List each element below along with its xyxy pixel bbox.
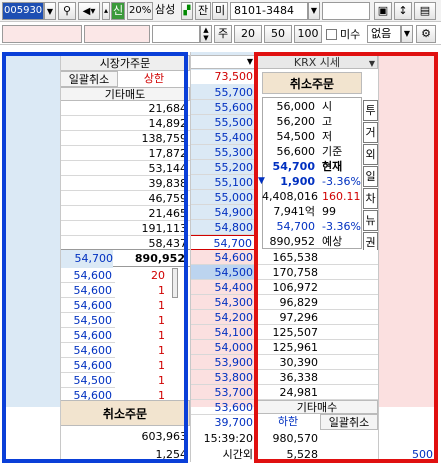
margin-rate: 20% (127, 2, 153, 20)
spin-icon: ▲ ▼ (203, 26, 209, 42)
price-dropdown[interactable]: ▼ (190, 55, 256, 69)
settings-button[interactable]: ⚙ (416, 25, 436, 43)
condition-dropdown-button[interactable]: ▼ (401, 25, 413, 43)
balance-button[interactable]: 잔 (195, 2, 211, 20)
right-highlight-frame (254, 52, 438, 463)
save-button[interactable]: ▣ (374, 2, 392, 20)
spin-button[interactable]: ▲ ▼ (200, 25, 212, 43)
sell-price-cell[interactable]: 54,700 (190, 235, 256, 250)
up-arrow-icon: ▴ (103, 6, 108, 15)
buy-price-cell[interactable]: 54,200 (190, 310, 256, 325)
unfilled-button[interactable]: 미 (212, 2, 228, 20)
after-hours-label: 시간외 (222, 448, 253, 461)
buy-price-cell[interactable]: 54,400 (190, 280, 256, 295)
buy-price-cell[interactable]: 53,600 (190, 400, 256, 415)
buy-price-cell[interactable]: 53,800 (190, 370, 256, 385)
expand-button[interactable]: ↕ (394, 2, 412, 20)
stock-name: 삼성 (155, 3, 176, 16)
buy-price-cell[interactable]: 53,900 (190, 355, 256, 370)
qty-100-button[interactable]: 100 (294, 25, 322, 43)
window-button[interactable]: ▤ (414, 2, 436, 20)
chevron-down-icon: ▼ (310, 6, 318, 15)
search-icon: ⚲ (62, 4, 72, 17)
qty-50-button[interactable]: 50 (264, 25, 292, 43)
sell-price-cell[interactable]: 54,800 (190, 220, 256, 235)
password-field[interactable] (322, 2, 370, 20)
chart-button[interactable]: ▞ (181, 2, 193, 20)
price-input[interactable] (2, 25, 82, 43)
sell-price-cell[interactable]: 54,900 (190, 205, 256, 220)
margin-checkbox-label: 미수 (340, 28, 361, 41)
account-select[interactable]: 8101-3484 (230, 2, 308, 20)
amount-input[interactable] (152, 25, 200, 43)
qty-20-button[interactable]: 20 (234, 25, 262, 43)
arrow-up-button[interactable]: ▴ (102, 2, 110, 20)
up-down-arrow-icon: ↕ (398, 4, 408, 17)
chevron-down-icon: ▼ (403, 29, 411, 38)
buy-price-cell[interactable]: 54,500 (190, 265, 256, 280)
sell-price-cell[interactable]: 55,500 (190, 115, 256, 130)
left-highlight-frame (2, 52, 188, 463)
condition-select[interactable]: 없음 (367, 25, 401, 43)
buy-price-cell[interactable]: 54,300 (190, 295, 256, 310)
speaker-icon: ◀▾ (82, 6, 96, 17)
window-icon: ▤ (419, 4, 431, 17)
margin-checkbox[interactable] (326, 29, 337, 40)
sell-price-cell[interactable]: 55,000 (190, 190, 256, 205)
credit-button[interactable]: 신 (111, 2, 125, 20)
chevron-down-icon: ▼ (246, 57, 253, 66)
qty-input[interactable] (84, 25, 150, 43)
buy-price-cell[interactable]: 54,000 (190, 340, 256, 355)
upper-limit-price: 73,500 (190, 70, 256, 84)
sell-price-cell[interactable]: 55,100 (190, 175, 256, 190)
buy-price-cell[interactable]: 53,700 (190, 385, 256, 400)
toolbar-row-2: ▲ ▼ 주 20 50 100 미수 없음 ▼ ⚙ (0, 23, 441, 45)
code-dropdown-button[interactable]: ▼ (44, 2, 56, 20)
chart-icon: ▞ (183, 6, 191, 16)
chevron-down-icon: ▼ (46, 7, 54, 16)
square-icon: ▣ (377, 4, 389, 17)
buy-price-cell[interactable]: 54,600 (190, 250, 256, 265)
toolbar-row-1: 005930 ▼ ⚲ ◀▾ ▴ 신 20% 삼성 ▞ 잔 미 8101-3484… (0, 0, 441, 22)
lower-limit-price: 39,700 (190, 416, 256, 430)
account-dropdown-button[interactable]: ▼ (308, 2, 320, 20)
buy-price-cell[interactable]: 54,100 (190, 325, 256, 340)
speaker-button[interactable]: ◀▾ (78, 2, 100, 20)
sell-price-cell[interactable]: 55,200 (190, 160, 256, 175)
sell-price-cell[interactable]: 55,600 (190, 100, 256, 115)
stock-code-input[interactable]: 005930 (2, 2, 44, 20)
sell-price-cell[interactable]: 55,700 (190, 85, 256, 100)
sell-price-cell[interactable]: 55,300 (190, 145, 256, 160)
divider (190, 52, 191, 462)
unit-button[interactable]: 주 (214, 25, 232, 43)
current-time: 15:39:20 (203, 432, 253, 445)
sell-price-cell[interactable]: 55,400 (190, 130, 256, 145)
search-button[interactable]: ⚲ (58, 2, 76, 20)
gear-icon: ⚙ (421, 27, 431, 40)
